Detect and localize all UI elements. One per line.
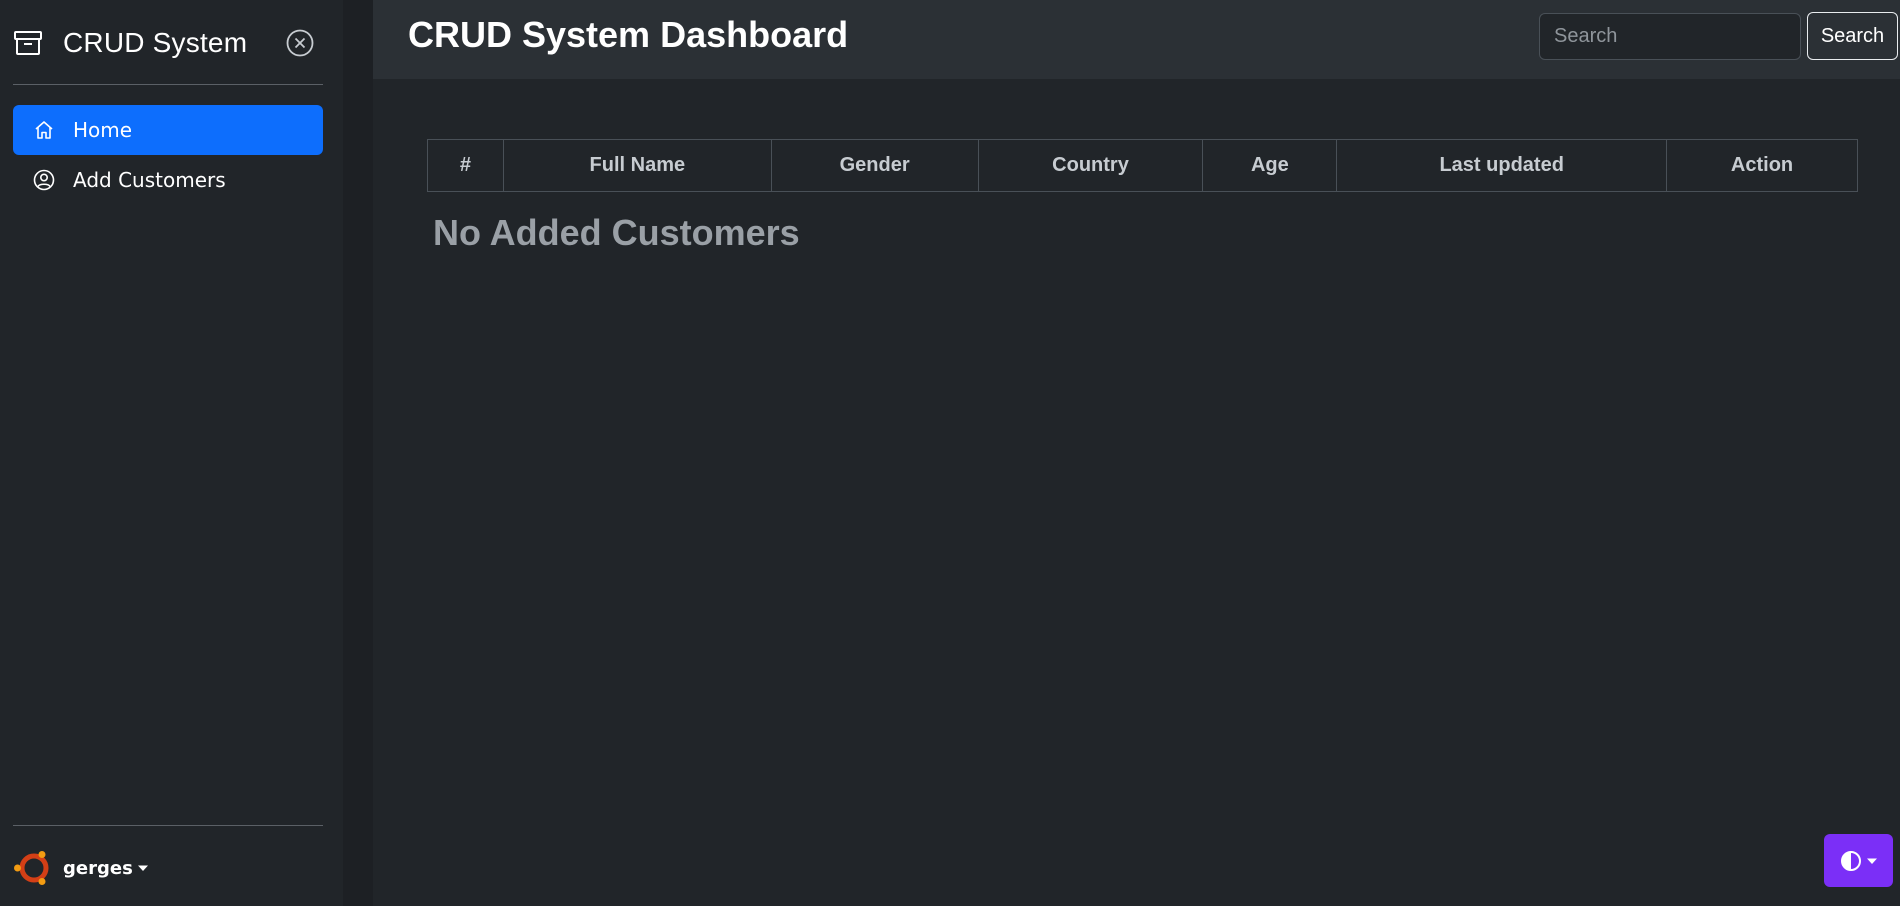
caret-down-icon bbox=[1866, 855, 1878, 867]
sidebar-gutter bbox=[343, 0, 373, 906]
column-header-index: # bbox=[427, 139, 504, 192]
brand[interactable]: CRUD System bbox=[13, 22, 247, 64]
sidebar: CRUD System Home Add Customers gerges bbox=[0, 0, 343, 906]
close-icon[interactable] bbox=[286, 29, 314, 57]
sidebar-item-home[interactable]: Home bbox=[13, 105, 323, 155]
page-title: CRUD System Dashboard bbox=[408, 14, 849, 55]
sidebar-divider-bottom bbox=[13, 825, 323, 826]
column-header-gender: Gender bbox=[770, 139, 979, 192]
archive-icon bbox=[13, 28, 43, 58]
sidebar-nav: Home Add Customers bbox=[13, 105, 323, 205]
brand-title: CRUD System bbox=[63, 27, 248, 58]
caret-down-icon bbox=[137, 862, 149, 874]
customers-table: # Full Name Gender Country Age Last upda… bbox=[427, 139, 1858, 192]
sidebar-item-label: Home bbox=[73, 118, 133, 142]
sidebar-item-label: Add Customers bbox=[73, 168, 226, 192]
top-header: CRUD System Dashboard Search bbox=[373, 0, 1900, 79]
house-icon bbox=[33, 119, 55, 141]
table-header-row: # Full Name Gender Country Age Last upda… bbox=[427, 139, 1858, 192]
theme-toggle-button[interactable] bbox=[1824, 834, 1893, 887]
person-circle-icon bbox=[33, 169, 55, 191]
search-input[interactable] bbox=[1539, 13, 1801, 60]
sidebar-divider-top bbox=[13, 84, 323, 85]
empty-state-message: No Added Customers bbox=[433, 212, 800, 253]
column-header-age: Age bbox=[1202, 139, 1338, 192]
column-header-country: Country bbox=[977, 139, 1204, 192]
column-header-last-updated: Last updated bbox=[1336, 139, 1668, 192]
column-header-full-name: Full Name bbox=[502, 139, 772, 192]
ubuntu-avatar-icon bbox=[13, 850, 53, 886]
search-button[interactable]: Search bbox=[1807, 12, 1898, 60]
circle-half-icon bbox=[1840, 850, 1862, 872]
sidebar-item-add-customers[interactable]: Add Customers bbox=[13, 155, 323, 205]
user-name: gerges bbox=[63, 857, 133, 879]
user-menu[interactable]: gerges bbox=[13, 850, 149, 886]
column-header-action: Action bbox=[1666, 139, 1858, 192]
